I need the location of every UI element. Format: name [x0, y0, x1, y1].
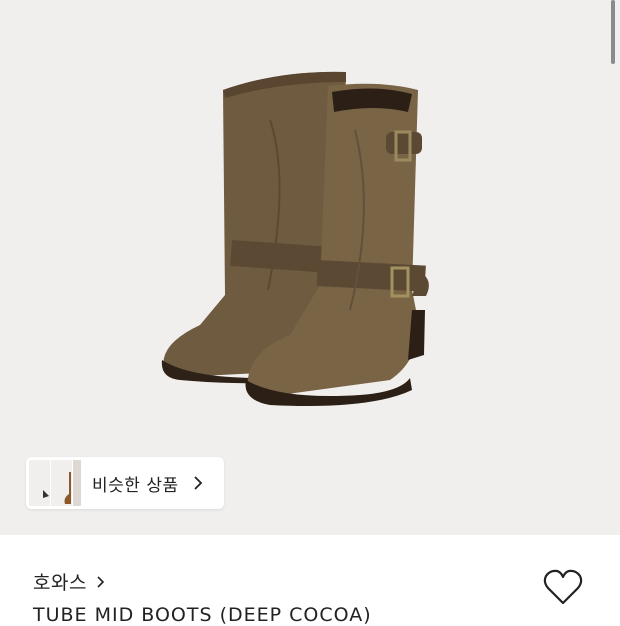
product-image-area[interactable]: 비슷한 상품 [0, 0, 620, 535]
brand-link[interactable]: 호와스 [33, 568, 107, 595]
similar-thumbnails [28, 457, 82, 509]
chevron-right-icon [193, 476, 202, 490]
similar-thumbnail [28, 459, 52, 507]
brand-name: 호와스 [33, 572, 87, 594]
product-image [161, 71, 429, 406]
similar-products-label: 비슷한 상품 [92, 475, 179, 496]
heart-outline-icon[interactable] [542, 568, 584, 608]
similar-thumbnail [50, 459, 74, 507]
scrollbar[interactable] [611, 0, 615, 64]
similar-thumbnail [72, 459, 82, 507]
similar-products-button[interactable]: 비슷한 상품 [26, 457, 224, 509]
chevron-right-icon [97, 575, 105, 588]
product-title: TUBE MID BOOTS (DEEP COCOA) [33, 604, 372, 626]
